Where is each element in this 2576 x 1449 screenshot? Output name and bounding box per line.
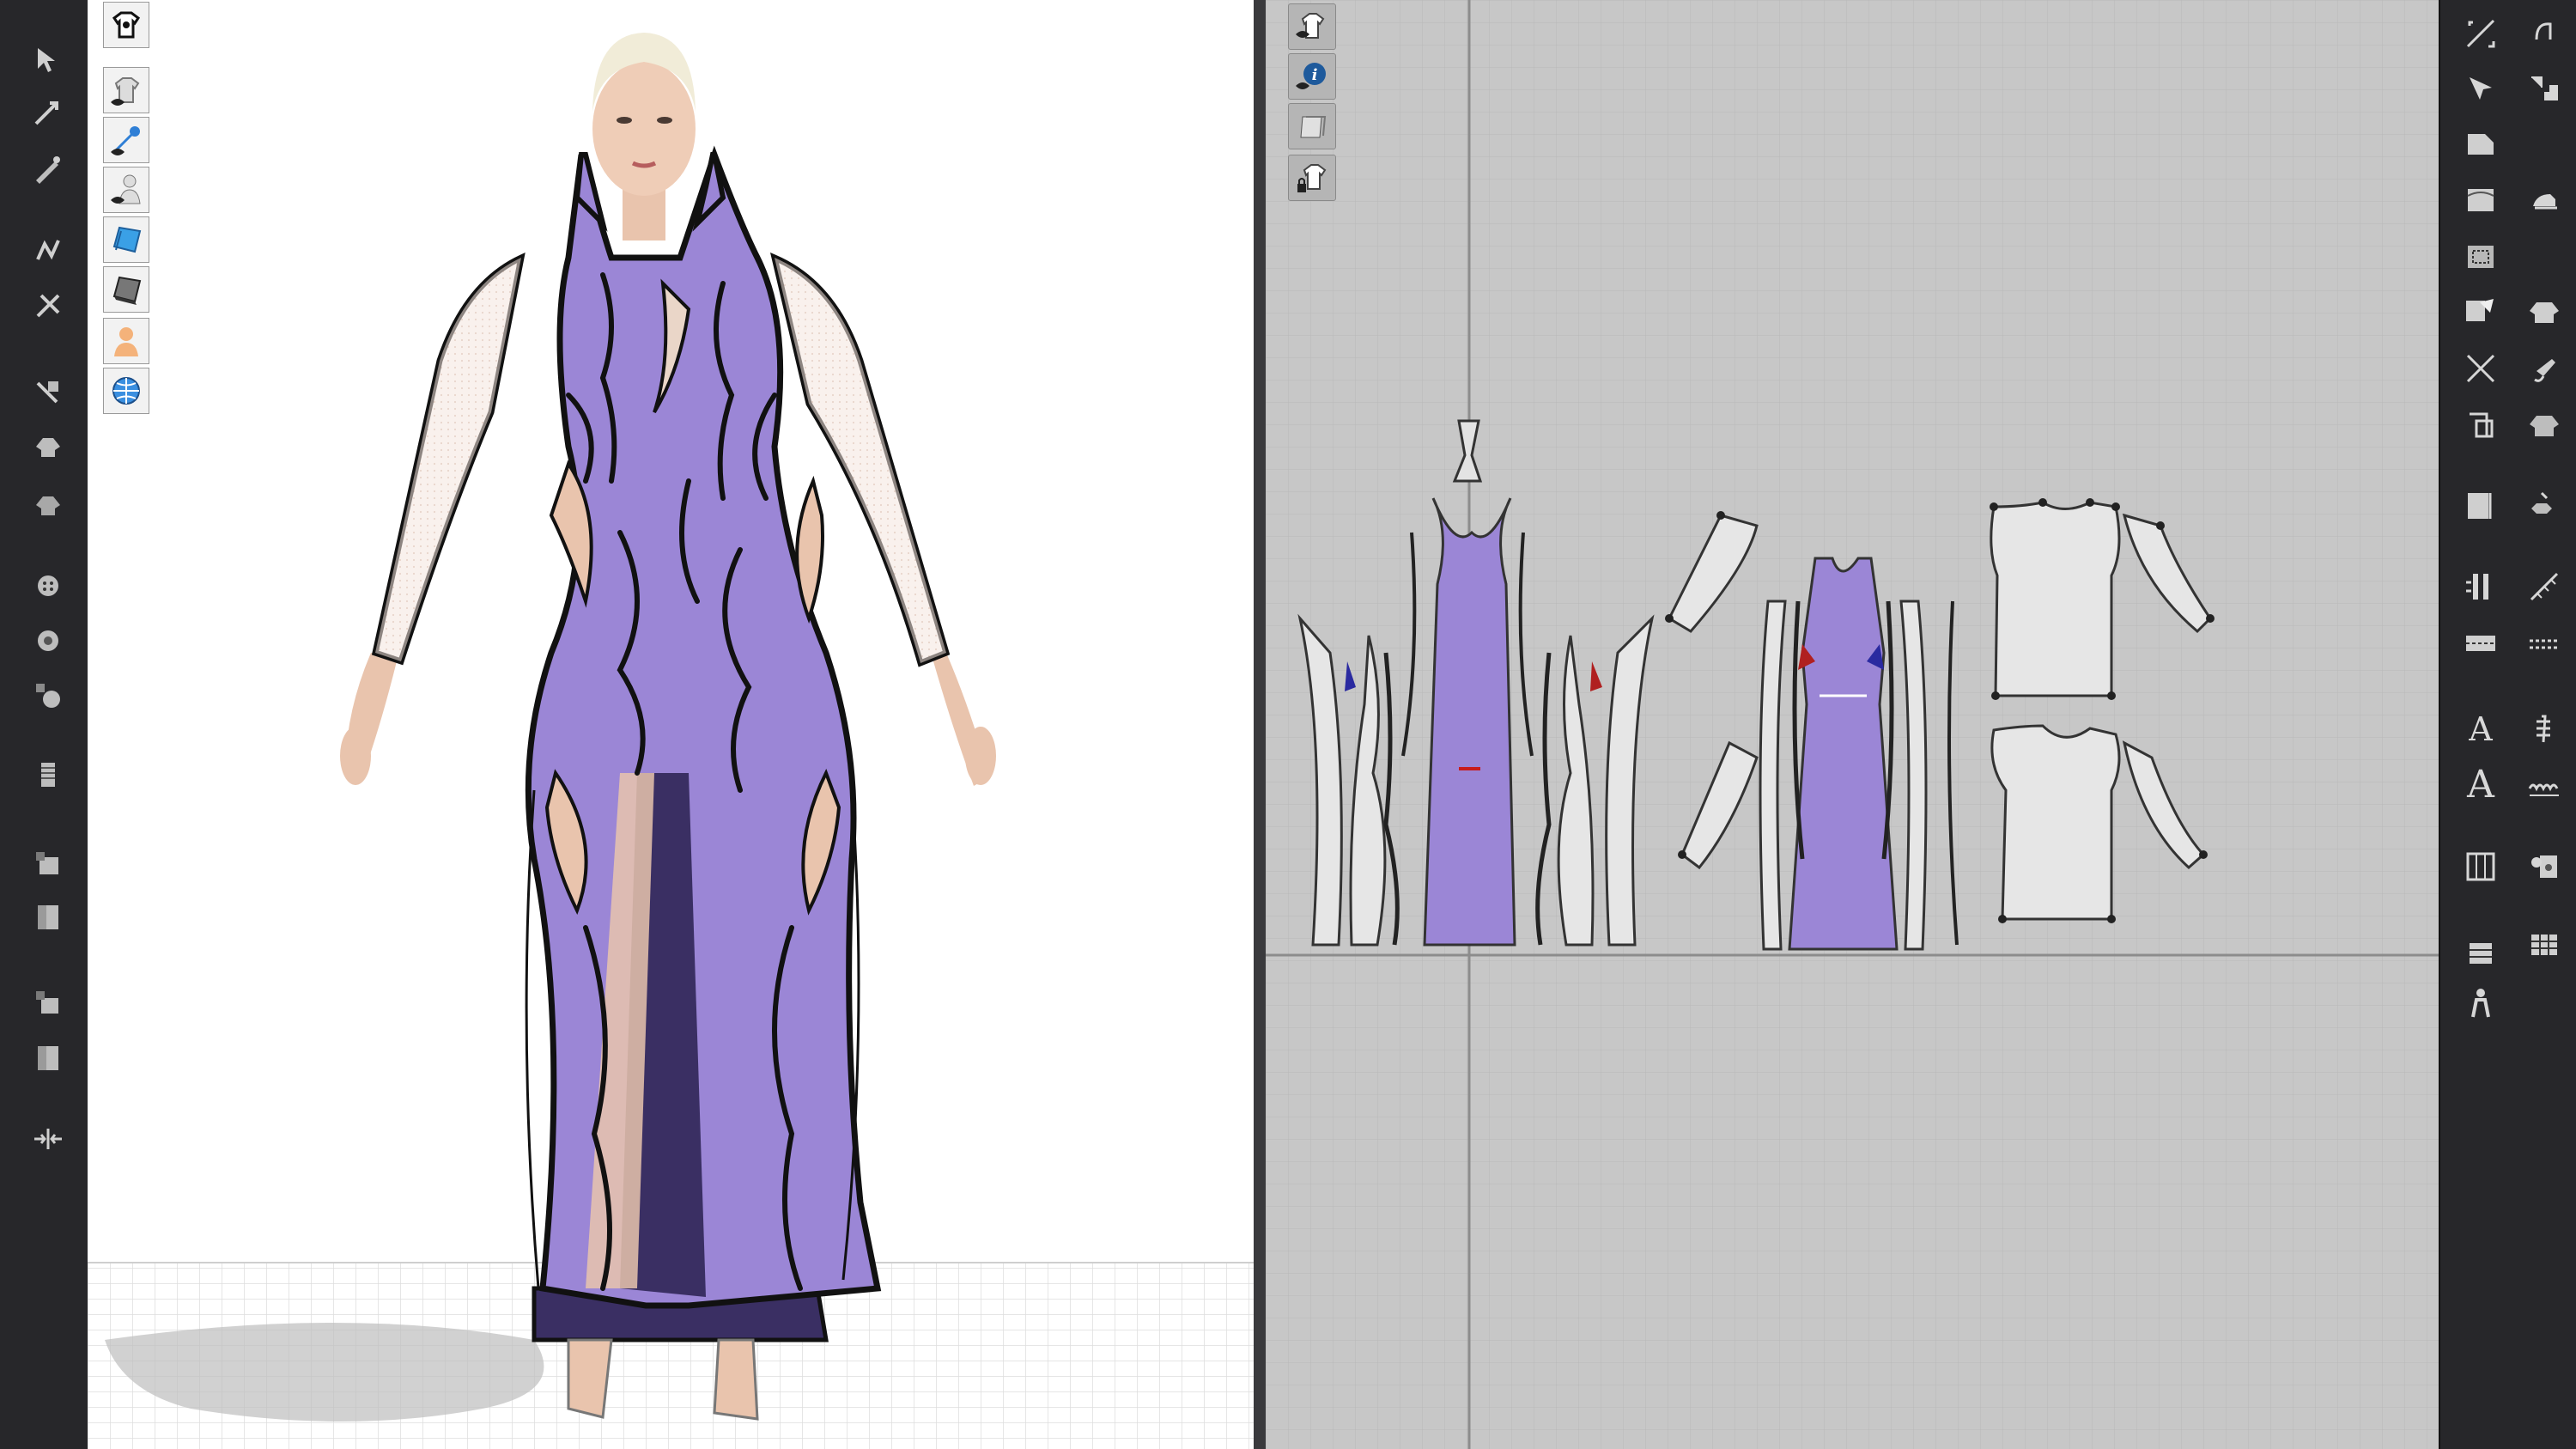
texture-icon[interactable] xyxy=(26,756,70,794)
internal-polygon-icon[interactable] xyxy=(2452,232,2509,282)
show-garment-icon[interactable] xyxy=(103,67,149,113)
right-hand xyxy=(965,727,996,785)
skin-icon[interactable] xyxy=(103,318,149,364)
info-icon[interactable]: i xyxy=(1288,53,1336,100)
edit-curve-icon[interactable] xyxy=(2516,9,2573,58)
view-splitter[interactable] xyxy=(1254,0,1266,1449)
measure-icon[interactable] xyxy=(26,845,70,883)
texture-surface-icon[interactable] xyxy=(103,216,149,263)
segment-sewing-icon[interactable] xyxy=(2452,400,2509,450)
environment-icon[interactable] xyxy=(103,368,149,414)
polygon-icon[interactable] xyxy=(2452,119,2509,168)
avatar-pose-icon[interactable] xyxy=(2452,979,2509,1029)
steam-icon[interactable] xyxy=(2516,175,2573,225)
3d-viewport[interactable] xyxy=(88,0,1254,1449)
puckering-icon[interactable] xyxy=(2516,842,2573,892)
fold-arrangement-icon[interactable] xyxy=(2452,618,2509,668)
avatar-icon[interactable] xyxy=(26,426,70,464)
gather-icon[interactable] xyxy=(2516,919,2573,969)
edit-pattern-icon[interactable] xyxy=(26,151,70,189)
lock-pattern-icon[interactable] xyxy=(1288,155,1336,201)
free-sewing-icon[interactable] xyxy=(2452,562,2509,612)
3d-scene xyxy=(88,33,1254,1449)
zipper-icon[interactable] xyxy=(26,484,70,522)
letter-tool-label: A xyxy=(2467,762,2494,807)
record-icon[interactable] xyxy=(26,984,70,1022)
cut-icon[interactable] xyxy=(2516,344,2573,393)
scale-icon[interactable] xyxy=(26,1039,70,1077)
trace-icon[interactable] xyxy=(2452,344,2509,393)
letter-tool-label: A xyxy=(2469,710,2493,748)
topstitch-icon[interactable] xyxy=(2516,759,2573,809)
left-tool-strip xyxy=(0,0,88,1449)
snap-icon[interactable] xyxy=(26,622,70,660)
tack-on-avatar-icon[interactable] xyxy=(2516,287,2573,337)
left-hand xyxy=(340,727,371,785)
ruler-icon[interactable] xyxy=(2516,481,2573,531)
transform-icon[interactable] xyxy=(26,96,70,134)
measure-garment-icon[interactable] xyxy=(2516,400,2573,450)
letter-tool-a-large[interactable]: A xyxy=(2452,759,2509,809)
zipper-tool-icon[interactable] xyxy=(2516,618,2573,668)
button-icon[interactable] xyxy=(26,567,70,605)
trim-icon[interactable] xyxy=(2452,928,2509,977)
pin-icon[interactable] xyxy=(26,287,70,325)
graphic-icon[interactable] xyxy=(26,677,70,715)
dart-icon[interactable] xyxy=(2452,287,2509,337)
svg-text:i: i xyxy=(1312,66,1318,84)
thick-surface-icon[interactable] xyxy=(103,266,149,313)
pattern-thickness-icon[interactable] xyxy=(1288,103,1336,149)
curve-point-icon[interactable] xyxy=(2516,64,2573,113)
show-avatar-icon[interactable] xyxy=(103,167,149,213)
grid-icon[interactable] xyxy=(2452,842,2509,892)
rectangle-icon[interactable] xyxy=(2452,175,2509,225)
avatar-head xyxy=(592,33,696,240)
fold-icon[interactable] xyxy=(26,232,70,270)
2d-pattern-window[interactable] xyxy=(1266,0,2439,1449)
select-icon[interactable] xyxy=(26,41,70,79)
transform-pattern-icon[interactable] xyxy=(2452,9,2509,58)
show-pins-icon[interactable] xyxy=(103,117,149,163)
edit-point-icon[interactable] xyxy=(2452,64,2509,113)
elastic-icon[interactable] xyxy=(2516,704,2573,754)
tack-icon[interactable] xyxy=(26,373,70,411)
2d-pattern-canvas xyxy=(1266,0,2439,1449)
pattern-tools-toolbar: A A xyxy=(2439,0,2576,1449)
tape-measure-icon[interactable] xyxy=(2516,562,2573,612)
align-icon[interactable] xyxy=(26,1120,70,1158)
show-pattern-icon[interactable] xyxy=(1288,3,1336,50)
fit-icon[interactable] xyxy=(26,898,70,936)
add-seam-icon[interactable] xyxy=(2452,481,2509,531)
garment-display-icon[interactable] xyxy=(103,2,149,48)
letter-tool-a[interactable]: A xyxy=(2452,704,2509,754)
